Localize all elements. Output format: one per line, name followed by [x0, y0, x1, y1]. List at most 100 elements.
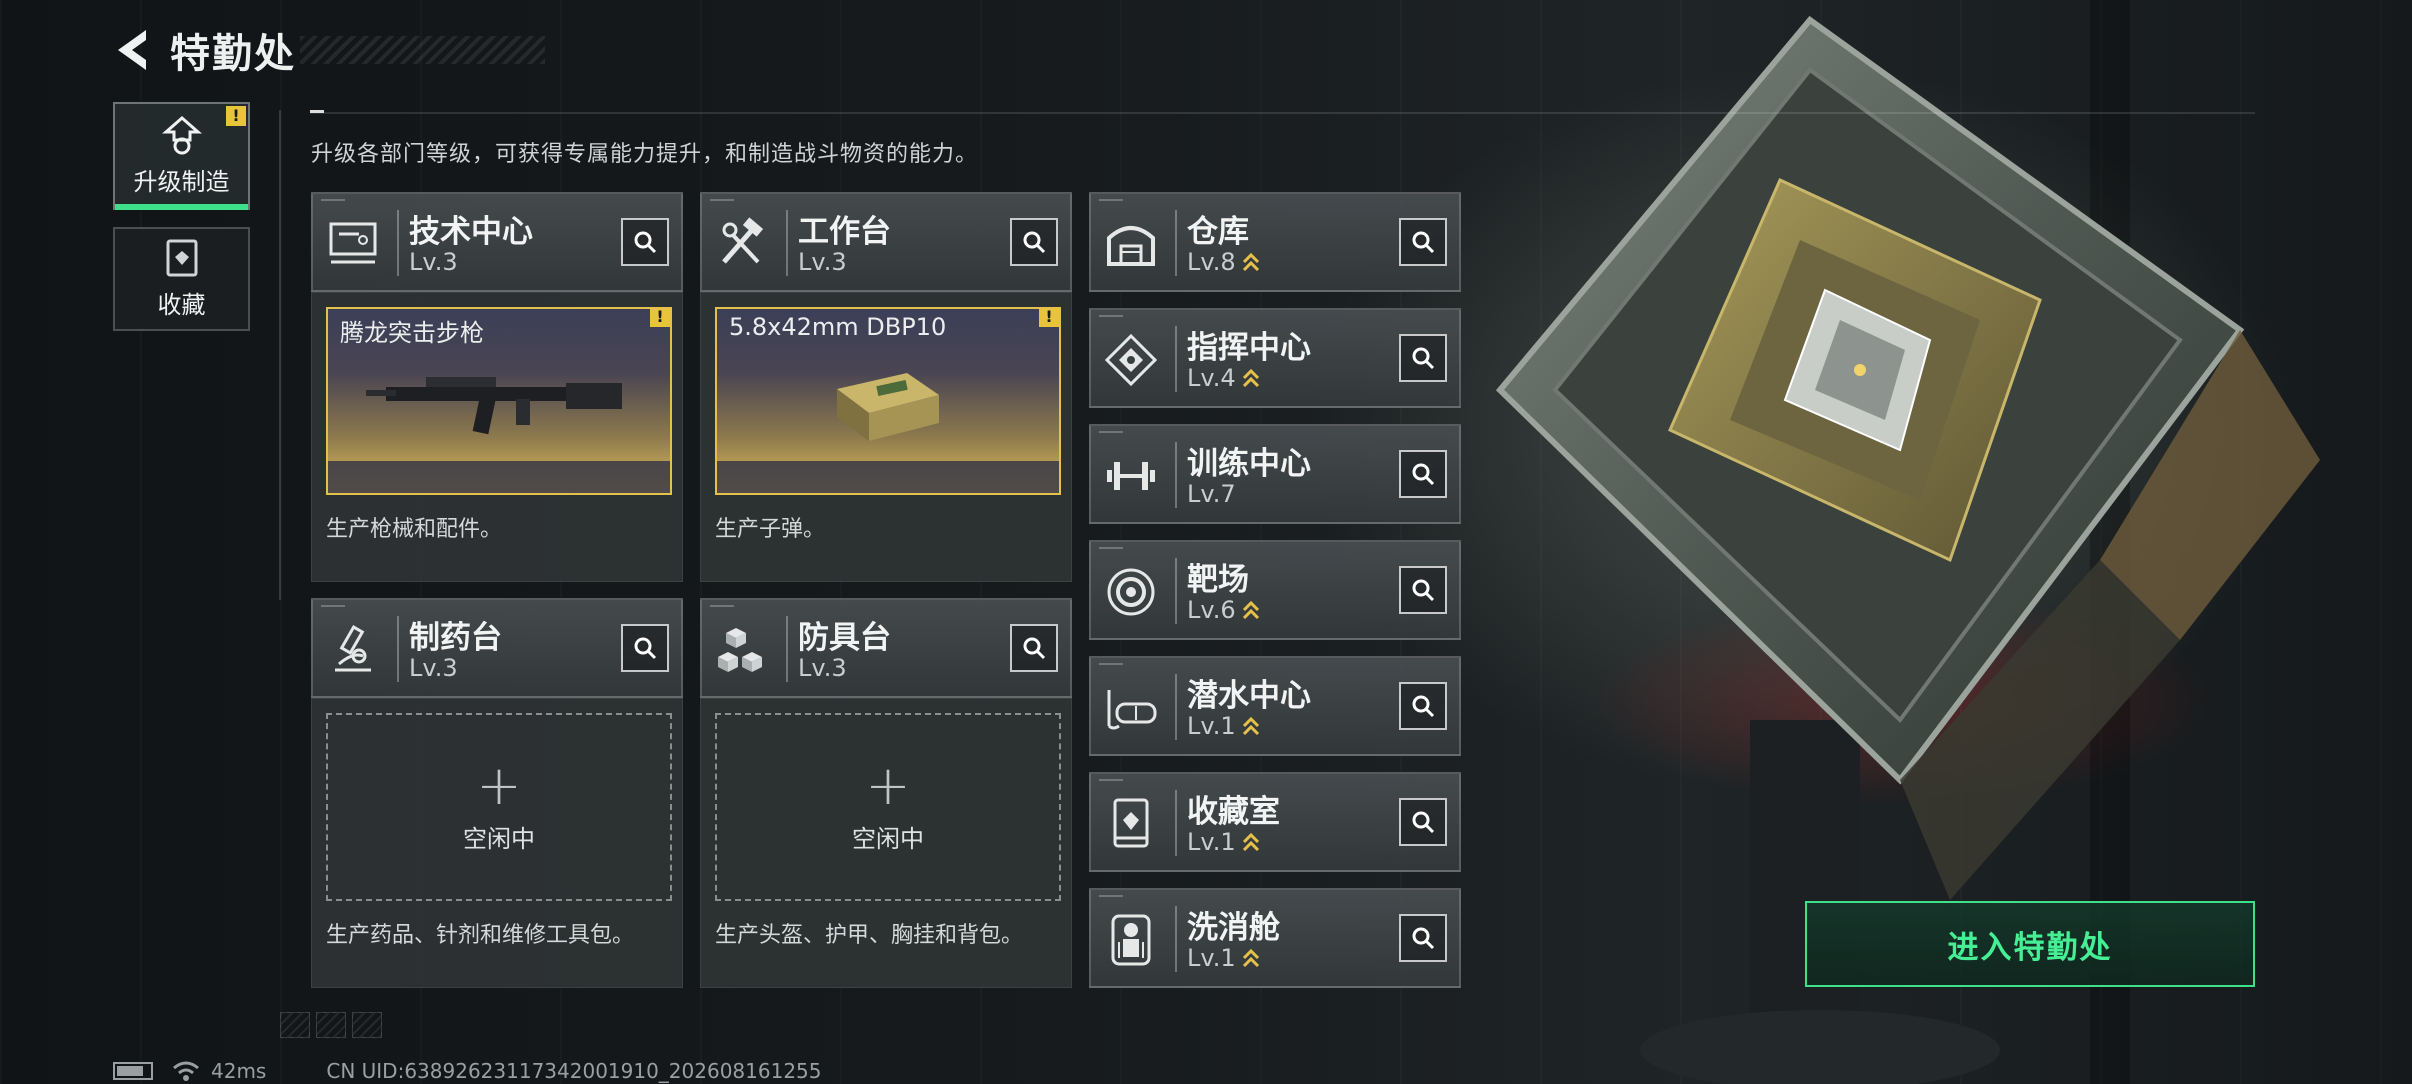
card-tick — [1099, 779, 1123, 781]
inspect-button[interactable] — [621, 624, 669, 672]
inspect-button[interactable] — [1010, 624, 1058, 672]
search-icon — [1023, 637, 1046, 660]
facility-level: Lv.3 — [409, 248, 458, 276]
production-panel-pharmacy: + 空闲中 生产药品、针剂和维修工具包。 — [311, 698, 683, 988]
facility-shooting-range[interactable]: 靶场 Lv.6 — [1089, 540, 1461, 640]
panel-description: 生产药品、针剂和维修工具包。 — [326, 923, 635, 948]
facility-workbench[interactable]: 工作台 Lv.3 — [700, 192, 1072, 292]
facility-name: 训练中心 — [1187, 446, 1311, 482]
production-slot-idle[interactable]: + 空闲中 — [715, 713, 1061, 901]
facility-pharmacy[interactable]: 制药台 Lv.3 — [311, 598, 683, 698]
facility-tech-center[interactable]: 技术中心 Lv.3 — [311, 192, 683, 292]
card-divider — [1175, 326, 1177, 392]
production-slot-active[interactable]: 5.8x42mm DBP10 ! — [715, 307, 1061, 495]
facility-level: Lv.3 — [798, 654, 847, 682]
add-production-icon: + — [865, 753, 911, 817]
panel-description: 生产枪械和配件。 — [326, 517, 503, 542]
inspect-button[interactable] — [1399, 566, 1447, 614]
search-icon — [1412, 231, 1435, 254]
facility-name: 潜水中心 — [1187, 678, 1311, 714]
card-tick — [1099, 895, 1123, 897]
card-tick — [1099, 663, 1123, 665]
card-divider — [786, 616, 788, 682]
inspect-button[interactable] — [1399, 218, 1447, 266]
inspect-button[interactable] — [1399, 334, 1447, 382]
level-text: Lv.1 — [1187, 712, 1236, 740]
facility-command-center[interactable]: 指挥中心 Lv.4 — [1089, 308, 1461, 408]
production-panel-armor-bench: + 空闲中 生产头盔、护甲、胸挂和背包。 — [700, 698, 1072, 988]
inspect-button[interactable] — [1399, 914, 1447, 962]
warehouse-icon — [1107, 226, 1155, 266]
tab-label: 收藏 — [157, 290, 206, 319]
facility-level: Lv.3 — [409, 654, 458, 682]
card-tick — [1099, 199, 1123, 201]
alert-badge: ! — [650, 309, 670, 327]
production-slot-idle[interactable]: + 空闲中 — [326, 713, 672, 901]
upgrade-available-icon — [1242, 716, 1259, 736]
facility-armor-bench[interactable]: 防具台 Lv.3 — [700, 598, 1072, 698]
top-divider — [310, 112, 2255, 114]
facility-diving-center[interactable]: 潜水中心 Lv.1 — [1089, 656, 1461, 756]
alert-badge: ! — [1039, 309, 1059, 327]
armor-blocks-icon — [718, 628, 762, 672]
inspect-button[interactable] — [1399, 682, 1447, 730]
diving-mask-icon — [1107, 690, 1157, 730]
enter-special-ops-button[interactable]: 进入特勤处 — [1805, 901, 2255, 987]
facility-name: 工作台 — [798, 214, 891, 250]
battery-icon — [113, 1062, 153, 1080]
active-tab-indicator — [115, 204, 248, 210]
card-tick — [321, 199, 345, 201]
facility-name: 制药台 — [409, 620, 502, 656]
facility-level: Lv.6 — [1187, 596, 1260, 624]
facility-name: 防具台 — [798, 620, 891, 656]
idle-label: 空闲中 — [852, 824, 924, 853]
inspect-button[interactable] — [1399, 798, 1447, 846]
level-text: Lv.3 — [798, 248, 847, 276]
facility-training-center[interactable]: 训练中心 Lv.7 — [1089, 424, 1461, 524]
inspect-button[interactable] — [1399, 450, 1447, 498]
inspect-button[interactable] — [621, 218, 669, 266]
facility-name: 指挥中心 — [1187, 330, 1311, 366]
card-divider — [1175, 210, 1177, 276]
collection-icon — [166, 239, 197, 276]
facility-decontamination[interactable]: 洗消舱 Lv.1 — [1089, 888, 1461, 988]
item-name: 腾龙突击步枪 — [340, 319, 484, 347]
dumbbell-icon — [1107, 462, 1155, 490]
back-arrow-icon[interactable] — [110, 26, 154, 74]
production-slot-active[interactable]: 腾龙突击步枪 ! — [326, 307, 672, 495]
alert-badge: ! — [226, 106, 246, 126]
search-icon — [634, 637, 657, 660]
facility-collection-room[interactable]: 收藏室 Lv.1 — [1089, 772, 1461, 872]
level-text: Lv.8 — [1187, 248, 1236, 276]
level-text: Lv.3 — [798, 654, 847, 682]
search-icon — [1023, 231, 1046, 254]
upgrade-available-icon — [1242, 948, 1259, 968]
idle-label: 空闲中 — [463, 824, 535, 853]
card-divider — [397, 616, 399, 682]
page-title: 特勤处 — [170, 31, 296, 77]
facility-warehouse[interactable]: 仓库 Lv.8 — [1089, 192, 1461, 292]
level-text: Lv.1 — [1187, 828, 1236, 856]
level-text: Lv.7 — [1187, 480, 1236, 508]
card-divider — [786, 210, 788, 276]
production-panel-workbench: 5.8x42mm DBP10 ! 生产子弹。 — [700, 292, 1072, 582]
ammo-box-image — [837, 373, 939, 441]
target-icon — [1107, 568, 1155, 616]
user-uid: CN UID:6389262311734200191​0_20260816125… — [326, 1059, 822, 1083]
level-text: Lv.4 — [1187, 364, 1236, 392]
card-divider — [1175, 906, 1177, 972]
side-divider — [279, 110, 281, 600]
inspect-button[interactable] — [1010, 218, 1058, 266]
facility-level: Lv.1 — [1187, 712, 1260, 740]
card-tick — [1099, 431, 1123, 433]
facility-level: Lv.1 — [1187, 828, 1260, 856]
upgrade-available-icon — [1242, 368, 1259, 388]
footer-mark — [316, 1012, 346, 1038]
card-divider — [397, 210, 399, 276]
search-icon — [1412, 927, 1435, 950]
tab-upgrade-craft[interactable]: 升级制造 ! — [113, 102, 250, 210]
tab-collection[interactable]: 收藏 — [113, 227, 250, 331]
level-text: Lv.1 — [1187, 944, 1236, 972]
search-icon — [1412, 347, 1435, 370]
upgrade-available-icon — [1242, 600, 1259, 620]
